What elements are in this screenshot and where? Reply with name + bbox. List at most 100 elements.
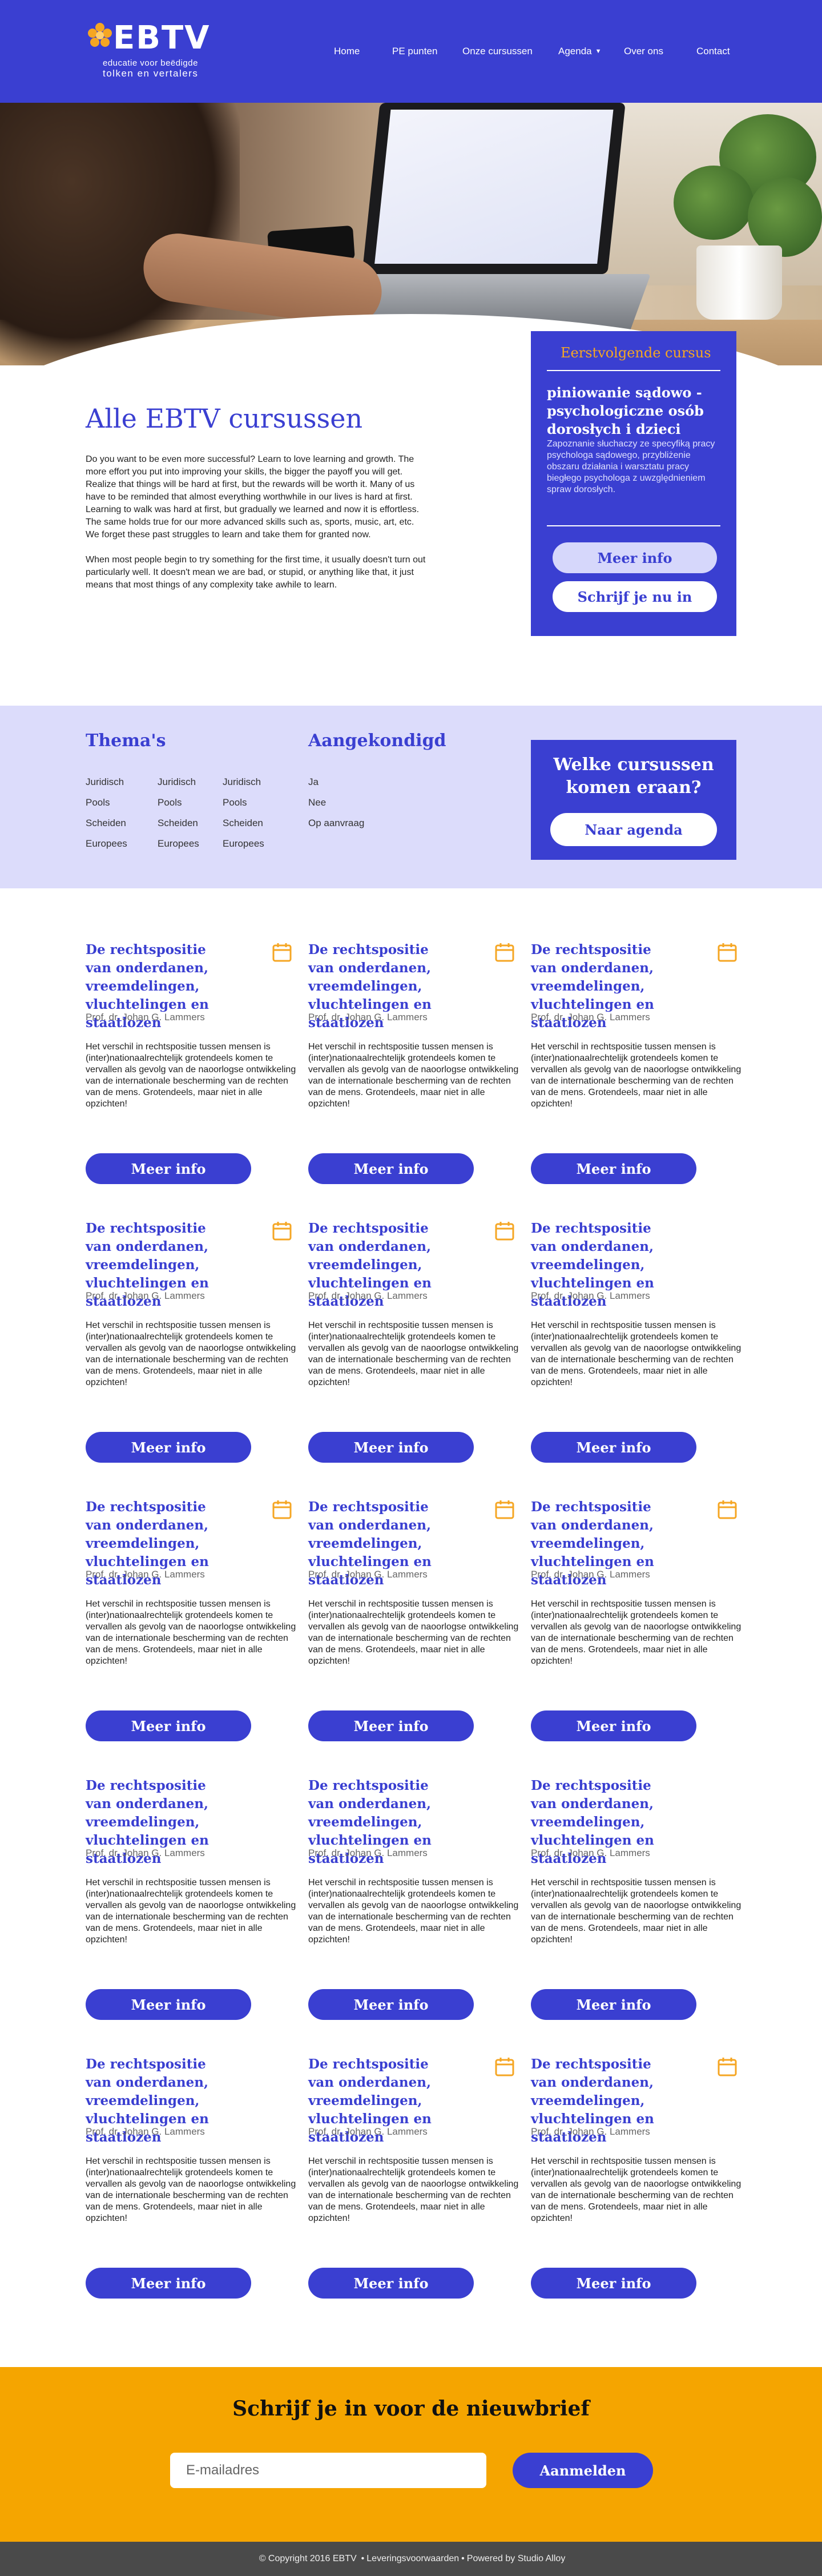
course-card: De rechtspositie van onderdanen, vreemde…: [308, 941, 518, 1209]
logo-tagline-line-2: tolken en vertalers: [103, 68, 199, 79]
theme-option[interactable]: Juridisch: [223, 772, 264, 792]
calendar-icon: [495, 2058, 514, 2076]
hero-plant-pot: [696, 245, 782, 320]
divider: [547, 370, 720, 371]
announced-title: Aangekondigd: [308, 731, 446, 751]
course-info-button[interactable]: Meer info: [308, 2268, 474, 2299]
course-description: Het verschil in rechtspositie tussen men…: [86, 2156, 296, 2223]
course-author: Prof. dr. Johan G. Lammers: [531, 1290, 650, 1301]
themes-column-3: Juridisch Pools Scheiden Europees: [223, 772, 264, 854]
nav-contact[interactable]: Contact: [696, 46, 730, 57]
course-author: Prof. dr. Johan G. Lammers: [531, 2126, 650, 2137]
announced-option[interactable]: Nee: [308, 792, 364, 813]
theme-option[interactable]: Juridisch: [158, 772, 199, 792]
course-card: De rechtspositie van onderdanen, vreemde…: [531, 1777, 741, 2045]
course-info-button[interactable]: Meer info: [86, 2268, 251, 2299]
calendar-icon: [718, 1500, 737, 1519]
course-info-button[interactable]: Meer info: [531, 1989, 696, 2020]
powered-by-link[interactable]: Powered by Studio Alloy: [467, 2554, 566, 2564]
course-description: Het verschil in rechtspositie tussen men…: [531, 1599, 742, 1666]
course-info-button[interactable]: Meer info: [86, 1153, 251, 1184]
theme-option[interactable]: Europees: [223, 834, 264, 854]
course-info-button[interactable]: Meer info: [531, 2268, 696, 2299]
logo-tagline: educatie voor beëdigde tolken en vertale…: [103, 58, 198, 79]
footer-separator: •: [361, 2554, 365, 2563]
nav-over-ons[interactable]: Over ons: [624, 46, 663, 57]
site-header: EBTV educatie voor beëdigde tolken en ve…: [0, 0, 822, 103]
next-course-title: piniowanie sądowo - psychologiczne osób …: [547, 384, 704, 437]
course-description: Het verschil in rechtspositie tussen men…: [308, 2156, 519, 2223]
course-info-button[interactable]: Meer info: [86, 1710, 251, 1741]
agenda-button[interactable]: Naar agenda: [550, 813, 717, 846]
theme-option[interactable]: Juridisch: [86, 772, 127, 792]
theme-option[interactable]: Pools: [86, 792, 127, 813]
course-card: De rechtspositie van onderdanen, vreemde…: [531, 1498, 741, 1766]
calendar-icon: [495, 1222, 514, 1241]
course-author: Prof. dr. Johan G. Lammers: [308, 1012, 428, 1023]
course-description: Het verschil in rechtspositie tussen men…: [531, 1042, 742, 1109]
course-info-button[interactable]: Meer info: [531, 1432, 696, 1463]
terms-link[interactable]: Leveringsvoorwaarden: [366, 2554, 459, 2564]
hero-image: [0, 103, 822, 365]
calendar-icon: [272, 1500, 292, 1519]
next-course-info-button[interactable]: Meer info: [553, 542, 717, 573]
course-info-button[interactable]: Meer info: [308, 1989, 474, 2020]
footer-separator: •: [461, 2554, 465, 2563]
theme-option[interactable]: Pools: [223, 792, 264, 813]
course-description: Het verschil in rechtspositie tussen men…: [308, 1599, 519, 1666]
course-info-button[interactable]: Meer info: [308, 1153, 474, 1184]
course-description: Het verschil in rechtspositie tussen men…: [86, 1878, 296, 1945]
calendar-icon: [718, 2058, 737, 2076]
theme-option[interactable]: Scheiden: [223, 813, 264, 834]
theme-option[interactable]: Europees: [86, 834, 127, 854]
course-info-button[interactable]: Meer info: [531, 1710, 696, 1741]
divider: [547, 525, 720, 526]
course-info-button[interactable]: Meer info: [308, 1432, 474, 1463]
course-author: Prof. dr. Johan G. Lammers: [308, 1569, 428, 1580]
course-card: De rechtspositie van onderdanen, vreemde…: [308, 1498, 518, 1766]
course-info-button[interactable]: Meer info: [86, 1989, 251, 2020]
course-info-button[interactable]: Meer info: [86, 1432, 251, 1463]
course-info-button[interactable]: Meer info: [308, 1710, 474, 1741]
hero-person: [0, 103, 240, 365]
logo-tagline-line-1: educatie voor beëdigde: [103, 58, 198, 68]
course-author: Prof. dr. Johan G. Lammers: [308, 2126, 428, 2137]
nav-pe-punten[interactable]: PE punten: [392, 46, 437, 57]
next-course-join-button[interactable]: Schrijf je nu in: [553, 581, 717, 612]
chevron-down-icon: ▼: [595, 48, 602, 55]
course-author: Prof. dr. Johan G. Lammers: [308, 1848, 428, 1858]
theme-option[interactable]: Scheiden: [86, 813, 127, 834]
course-description: Het verschil in rechtspositie tussen men…: [86, 1599, 296, 1666]
announced-option[interactable]: Ja: [308, 772, 364, 792]
main-nav: Home PE punten Onze cursussen Agenda ▼ Ov…: [0, 46, 822, 59]
course-card: De rechtspositie van onderdanen, vreemde…: [86, 941, 296, 1209]
course-author: Prof. dr. Johan G. Lammers: [86, 1569, 205, 1580]
course-author: Prof. dr. Johan G. Lammers: [531, 1012, 650, 1023]
theme-option[interactable]: Pools: [158, 792, 199, 813]
email-field[interactable]: [170, 2453, 486, 2488]
hero-plant-leaves-2: [674, 166, 754, 240]
theme-option[interactable]: Europees: [158, 834, 199, 854]
next-course-heading: Eerstvolgende cursus: [561, 345, 711, 361]
subscribe-button[interactable]: Aanmelden: [513, 2453, 653, 2488]
intro-paragraph-1: Do you want to be even more successful? …: [86, 454, 420, 540]
course-author: Prof. dr. Johan G. Lammers: [86, 2126, 205, 2137]
agenda-cta-title: Welke cursussen komen eraan?: [553, 755, 714, 798]
course-description: Het verschil in rechtspositie tussen men…: [308, 1321, 519, 1387]
course-card: De rechtspositie van onderdanen, vreemde…: [86, 1777, 296, 2045]
nav-agenda-label: Agenda: [558, 46, 592, 57]
nav-onze-cursussen[interactable]: Onze cursussen: [462, 46, 533, 57]
calendar-icon: [272, 1222, 292, 1241]
announced-option[interactable]: Op aanvraag: [308, 813, 364, 834]
themes-column-1: Juridisch Pools Scheiden Europees: [86, 772, 127, 854]
course-description: Het verschil in rechtspositie tussen men…: [308, 1878, 519, 1945]
course-info-button[interactable]: Meer info: [531, 1153, 696, 1184]
agenda-cta: Welke cursussen komen eraan? Naar agenda: [531, 740, 736, 860]
copyright-text: © Copyright 2016 EBTV: [259, 2554, 357, 2563]
course-card: De rechtspositie van onderdanen, vreemde…: [86, 2055, 296, 2324]
intro-text: Do you want to be even more successful? …: [86, 453, 428, 591]
nav-home[interactable]: Home: [334, 46, 360, 57]
nav-agenda[interactable]: Agenda ▼: [558, 46, 602, 57]
page-title: Alle EBTV cursussen: [86, 403, 363, 434]
theme-option[interactable]: Scheiden: [158, 813, 199, 834]
